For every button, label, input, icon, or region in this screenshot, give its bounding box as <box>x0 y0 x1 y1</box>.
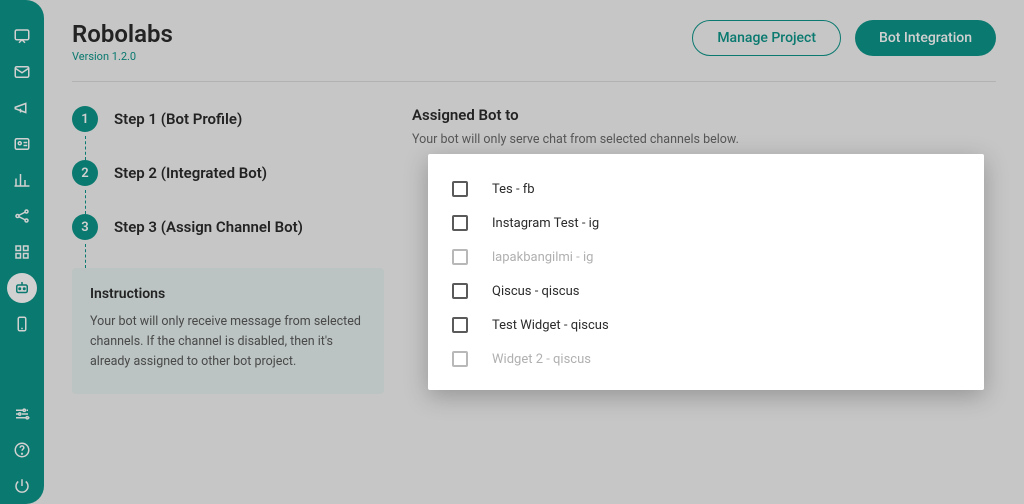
instructions-card: Instructions Your bot will only receive … <box>72 268 384 394</box>
step-2[interactable]: 2 Step 2 (Integrated Bot) <box>72 160 384 186</box>
left-column: 1 Step 1 (Bot Profile) 2 Step 2 (Integra… <box>72 106 384 394</box>
channel-panel: Tes - fb Instagram Test - ig lapakbangilmi… <box>428 154 984 390</box>
header: Robolabs Version 1.2.0 Manage Project Bo… <box>72 20 996 82</box>
channel-row: lapakbangilmi - ig <box>428 240 984 274</box>
bot-integration-button[interactable]: Bot Integration <box>855 20 996 56</box>
manage-project-button[interactable]: Manage Project <box>692 20 841 56</box>
step-3[interactable]: 3 Step 3 (Assign Channel Bot) <box>72 214 384 240</box>
power-icon[interactable] <box>0 468 44 504</box>
help-icon[interactable] <box>0 432 44 468</box>
share-icon[interactable] <box>0 198 44 234</box>
step-label: Step 2 (Integrated Bot) <box>114 164 267 182</box>
checkbox-icon[interactable] <box>452 317 468 333</box>
instructions-title: Instructions <box>90 286 366 302</box>
assigned-title: Assigned Bot to <box>412 106 996 124</box>
bar-chart-icon[interactable] <box>0 162 44 198</box>
channel-row[interactable]: Tes - fb <box>428 172 984 206</box>
settings-icon[interactable] <box>0 396 44 432</box>
app-version: Version 1.2.0 <box>72 50 173 63</box>
sidebar <box>0 0 44 504</box>
grid-icon[interactable] <box>0 234 44 270</box>
step-number: 1 <box>72 106 98 132</box>
instructions-text: Your bot will only receive message from … <box>90 312 366 372</box>
bot-icon[interactable] <box>7 273 37 303</box>
mail-icon[interactable] <box>0 54 44 90</box>
channel-row: Widget 2 - qiscus <box>428 342 984 376</box>
assigned-subtitle: Your bot will only serve chat from selec… <box>412 132 996 147</box>
mobile-icon[interactable] <box>0 306 44 342</box>
id-card-icon[interactable] <box>0 126 44 162</box>
step-label: Step 1 (Bot Profile) <box>114 110 242 128</box>
app-title: Robolabs <box>72 20 173 48</box>
megaphone-icon[interactable] <box>0 90 44 126</box>
channel-row[interactable]: Qiscus - qiscus <box>428 274 984 308</box>
checkbox-icon <box>452 249 468 265</box>
step-number: 3 <box>72 214 98 240</box>
channel-label: Instagram Test - ig <box>492 216 599 231</box>
checkbox-icon[interactable] <box>452 215 468 231</box>
channel-label: lapakbangilmi - ig <box>492 250 593 265</box>
checkbox-icon[interactable] <box>452 283 468 299</box>
channel-row[interactable]: Test Widget - qiscus <box>428 308 984 342</box>
step-1[interactable]: 1 Step 1 (Bot Profile) <box>72 106 384 132</box>
channel-label: Qiscus - qiscus <box>492 284 579 299</box>
chat-icon[interactable] <box>0 18 44 54</box>
step-number: 2 <box>72 160 98 186</box>
title-block: Robolabs Version 1.2.0 <box>72 20 173 63</box>
checkbox-icon <box>452 351 468 367</box>
channel-label: Widget 2 - qiscus <box>492 352 591 367</box>
channel-label: Test Widget - qiscus <box>492 318 609 333</box>
header-actions: Manage Project Bot Integration <box>692 20 996 56</box>
checkbox-icon[interactable] <box>452 181 468 197</box>
channel-label: Tes - fb <box>492 182 535 197</box>
channel-row[interactable]: Instagram Test - ig <box>428 206 984 240</box>
step-label: Step 3 (Assign Channel Bot) <box>114 218 303 236</box>
